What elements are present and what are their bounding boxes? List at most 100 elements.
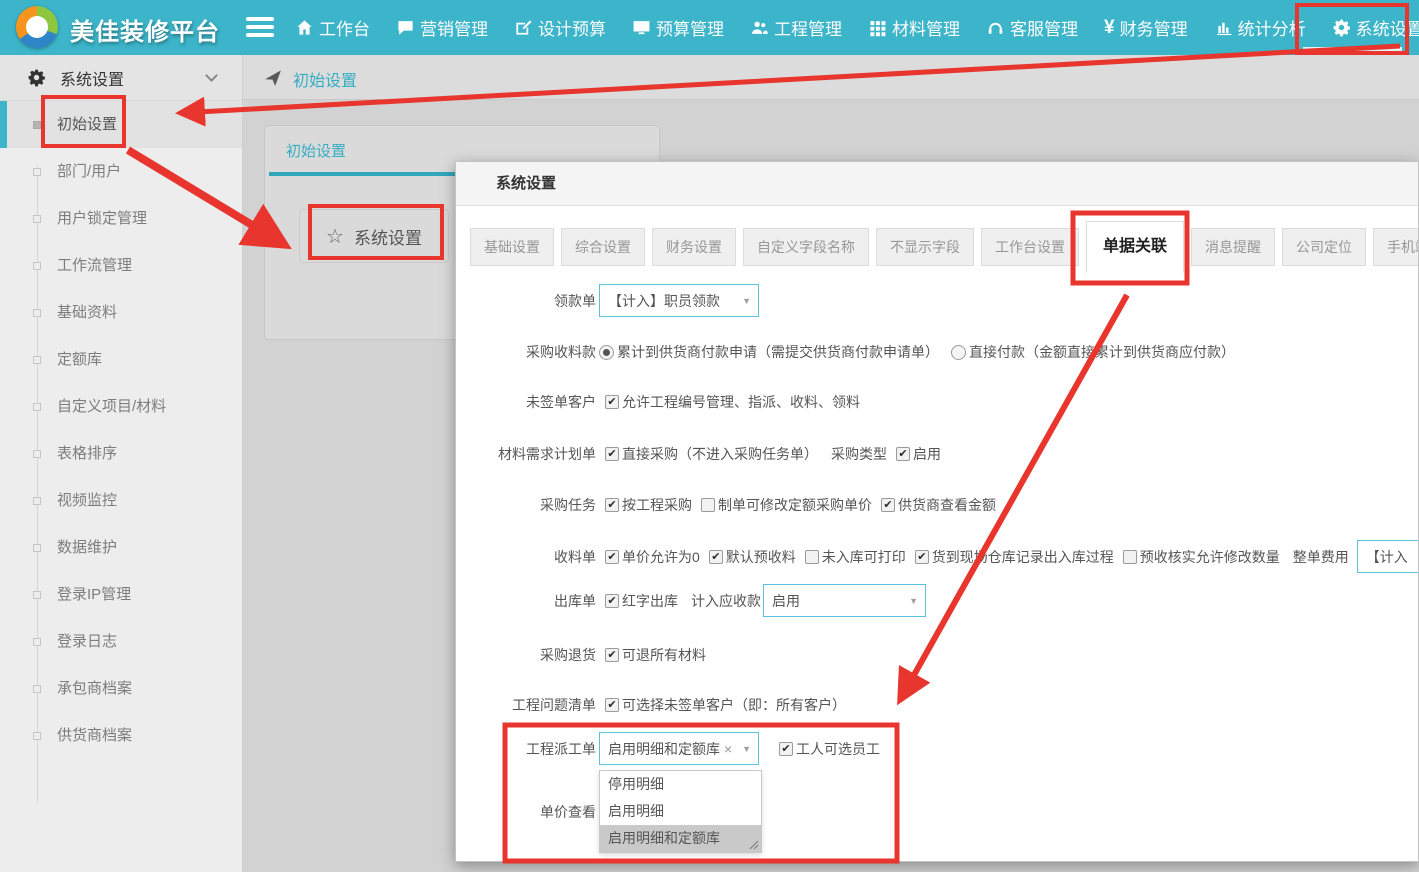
system-settings-shortcut-button[interactable]: ☆ 系统设置 — [299, 209, 449, 263]
tab-finance-settings[interactable]: 财务设置 — [652, 228, 736, 266]
sidebar-item-departments-users[interactable]: 部门/用户 — [0, 148, 242, 195]
sidebar-item-table-sort[interactable]: 表格排序 — [0, 430, 242, 477]
caret-down-icon: ▼ — [742, 744, 751, 754]
sidebar-item-contractor-archive[interactable]: 承包商档案 — [0, 665, 242, 712]
tab-hidden-fields[interactable]: 不显示字段 — [876, 228, 974, 266]
bullet-icon — [33, 450, 41, 458]
checkbox[interactable]: ✔ — [605, 594, 619, 608]
dialog-tabs: 基础设置 综合设置 财务设置 自定义字段名称 不显示字段 工作台设置 单据关联 … — [470, 226, 1419, 266]
nav-item-marketing[interactable]: 营销管理 — [396, 0, 488, 55]
checkbox[interactable]: ✔ — [896, 447, 910, 461]
bullet-icon — [33, 591, 41, 599]
checkbox[interactable]: ✔ — [605, 648, 619, 662]
nav-item-finance-mgmt[interactable]: ¥ 财务管理 — [1104, 0, 1188, 55]
checkbox[interactable]: ✔ — [605, 498, 619, 512]
row-payment-slip: 领款单 【计入】职员领款 ▼ — [456, 284, 759, 317]
radio-direct-payment[interactable] — [951, 345, 966, 360]
checkbox[interactable]: ✔ — [605, 550, 619, 564]
resize-handle-icon[interactable] — [749, 840, 759, 850]
users-icon — [750, 18, 769, 37]
shortcut-label: 系统设置 — [354, 224, 422, 249]
row-outbound-slip: 出库单 ✔红字出库 计入应收款 启用 ▼ — [456, 584, 926, 617]
checkbox[interactable] — [805, 550, 819, 564]
dispatch-mode-select[interactable]: 启用明细和定额库 × ▼ — [599, 732, 759, 765]
sidebar-item-custom-project-material[interactable]: 自定义项目/材料 — [0, 383, 242, 430]
nav-item-workbench[interactable]: 工作台 — [295, 0, 370, 55]
gear-icon — [27, 68, 46, 87]
checkbox[interactable]: ✔ — [605, 447, 619, 461]
bullet-icon — [33, 544, 41, 552]
sidebar-item-workflow[interactable]: 工作流管理 — [0, 242, 242, 289]
bullet-icon — [33, 262, 41, 270]
sidebar-item-data-maintenance[interactable]: 数据维护 — [0, 524, 242, 571]
sidebar-header[interactable]: 系统设置 — [0, 55, 242, 101]
sidebar-item-supplier-archive[interactable]: 供货商档案 — [0, 712, 242, 759]
option-disable-detail[interactable]: 停用明细 — [600, 771, 761, 798]
row-material-demand-plan: 材料需求计划单 ✔直接采购（不进入采购任务单） 采购类型 ✔启用 — [456, 444, 941, 464]
gear-icon — [1332, 18, 1351, 37]
tab-company-location[interactable]: 公司定位 — [1282, 228, 1366, 266]
checkbox[interactable] — [701, 498, 715, 512]
tab-general-settings[interactable]: 综合设置 — [561, 228, 645, 266]
tab-mobile[interactable]: 手机端 — [1373, 228, 1419, 266]
payment-slip-select[interactable]: 【计入】职员领款 ▼ — [599, 284, 759, 317]
hamburger-menu-icon[interactable] — [246, 17, 274, 38]
bullet-icon — [33, 685, 41, 693]
option-enable-detail-and-quota[interactable]: 启用明细和定额库 — [600, 825, 761, 852]
receivable-select[interactable]: 启用 ▼ — [763, 584, 926, 617]
home-icon — [295, 18, 314, 37]
bullet-icon — [33, 732, 41, 740]
sidebar-item-basic-data[interactable]: 基础资料 — [0, 289, 242, 336]
breadcrumb-bar: 初始设置 — [243, 55, 1419, 100]
row-purchase-receipt-payment: 采购收料款 累计到供货商付款申请（需提交供货商付款申请单） 直接付款（金额直接累… — [456, 342, 1235, 362]
clear-icon[interactable]: × — [724, 741, 732, 757]
tab-basic-settings[interactable]: 基础设置 — [470, 228, 554, 266]
brand-title: 美佳装修平台 — [70, 12, 220, 47]
bar-chart-icon — [1214, 18, 1233, 37]
bullet-icon — [33, 309, 41, 317]
nav-item-project-mgmt[interactable]: 工程管理 — [750, 0, 842, 55]
top-nav: 美佳装修平台 工作台 营销管理 设计预算 预算管理 工程管理 材料管理 客服 — [0, 0, 1419, 55]
sidebar-item-quota-library[interactable]: 定额库 — [0, 336, 242, 383]
navigation-arrow-icon — [263, 68, 283, 88]
nav-item-customer-service[interactable]: 客服管理 — [986, 0, 1078, 55]
row-purchase-return: 采购退货 ✔可退所有材料 — [456, 645, 706, 665]
nav-items: 工作台 营销管理 设计预算 预算管理 工程管理 材料管理 客服管理 ¥ 财务管理 — [295, 0, 1419, 55]
tab-document-relations[interactable]: 单据关联 — [1086, 221, 1184, 273]
checkbox[interactable]: ✔ — [881, 498, 895, 512]
bullet-icon — [33, 215, 41, 223]
tab-message-reminder[interactable]: 消息提醒 — [1191, 228, 1275, 266]
monitor-icon — [632, 18, 651, 37]
nav-item-design-budget[interactable]: 设计预算 — [514, 0, 606, 55]
whole-order-fee-select[interactable]: 【计入 — [1357, 540, 1419, 573]
row-unit-price-view: 单价查看 — [456, 802, 596, 822]
nav-item-material-mgmt[interactable]: 材料管理 — [868, 0, 960, 55]
sidebar-item-initial-settings[interactable]: 初始设置 — [0, 101, 242, 148]
nav-item-budget-mgmt[interactable]: 预算管理 — [632, 0, 724, 55]
sidebar-header-label: 系统设置 — [60, 66, 207, 90]
tab-custom-field-names[interactable]: 自定义字段名称 — [743, 228, 869, 266]
sidebar-item-login-ip[interactable]: 登录IP管理 — [0, 571, 242, 618]
checkbox[interactable]: ✔ — [605, 698, 619, 712]
sidebar-item-login-log[interactable]: 登录日志 — [0, 618, 242, 665]
tab-workbench-settings[interactable]: 工作台设置 — [981, 228, 1079, 266]
option-enable-detail[interactable]: 启用明细 — [600, 798, 761, 825]
bullet-icon — [33, 356, 41, 364]
checkbox[interactable] — [1123, 550, 1137, 564]
tab-initial-settings[interactable]: 初始设置 — [286, 140, 346, 161]
checkbox[interactable]: ✔ — [915, 550, 929, 564]
grid-icon — [868, 18, 887, 37]
checkbox[interactable]: ✔ — [779, 742, 793, 756]
breadcrumb[interactable]: 初始设置 — [293, 67, 357, 91]
sidebar-item-video-monitor[interactable]: 视频监控 — [0, 477, 242, 524]
sidebar-item-user-lock[interactable]: 用户锁定管理 — [0, 195, 242, 242]
nav-item-statistics[interactable]: 统计分析 — [1214, 0, 1306, 55]
bullet-icon — [33, 121, 41, 129]
edit-icon — [514, 18, 533, 37]
chat-icon — [396, 18, 415, 37]
checkbox[interactable]: ✔ — [709, 550, 723, 564]
dialog-title: 系统设置 — [456, 162, 1418, 206]
row-receipt-slip: 收料单 ✔单价允许为0 ✔默认预收料 未入库可打印 ✔货到现场仓库记录出入库过程… — [456, 540, 1419, 573]
checkbox[interactable]: ✔ — [605, 395, 619, 409]
radio-accumulate-to-supplier[interactable] — [599, 345, 614, 360]
